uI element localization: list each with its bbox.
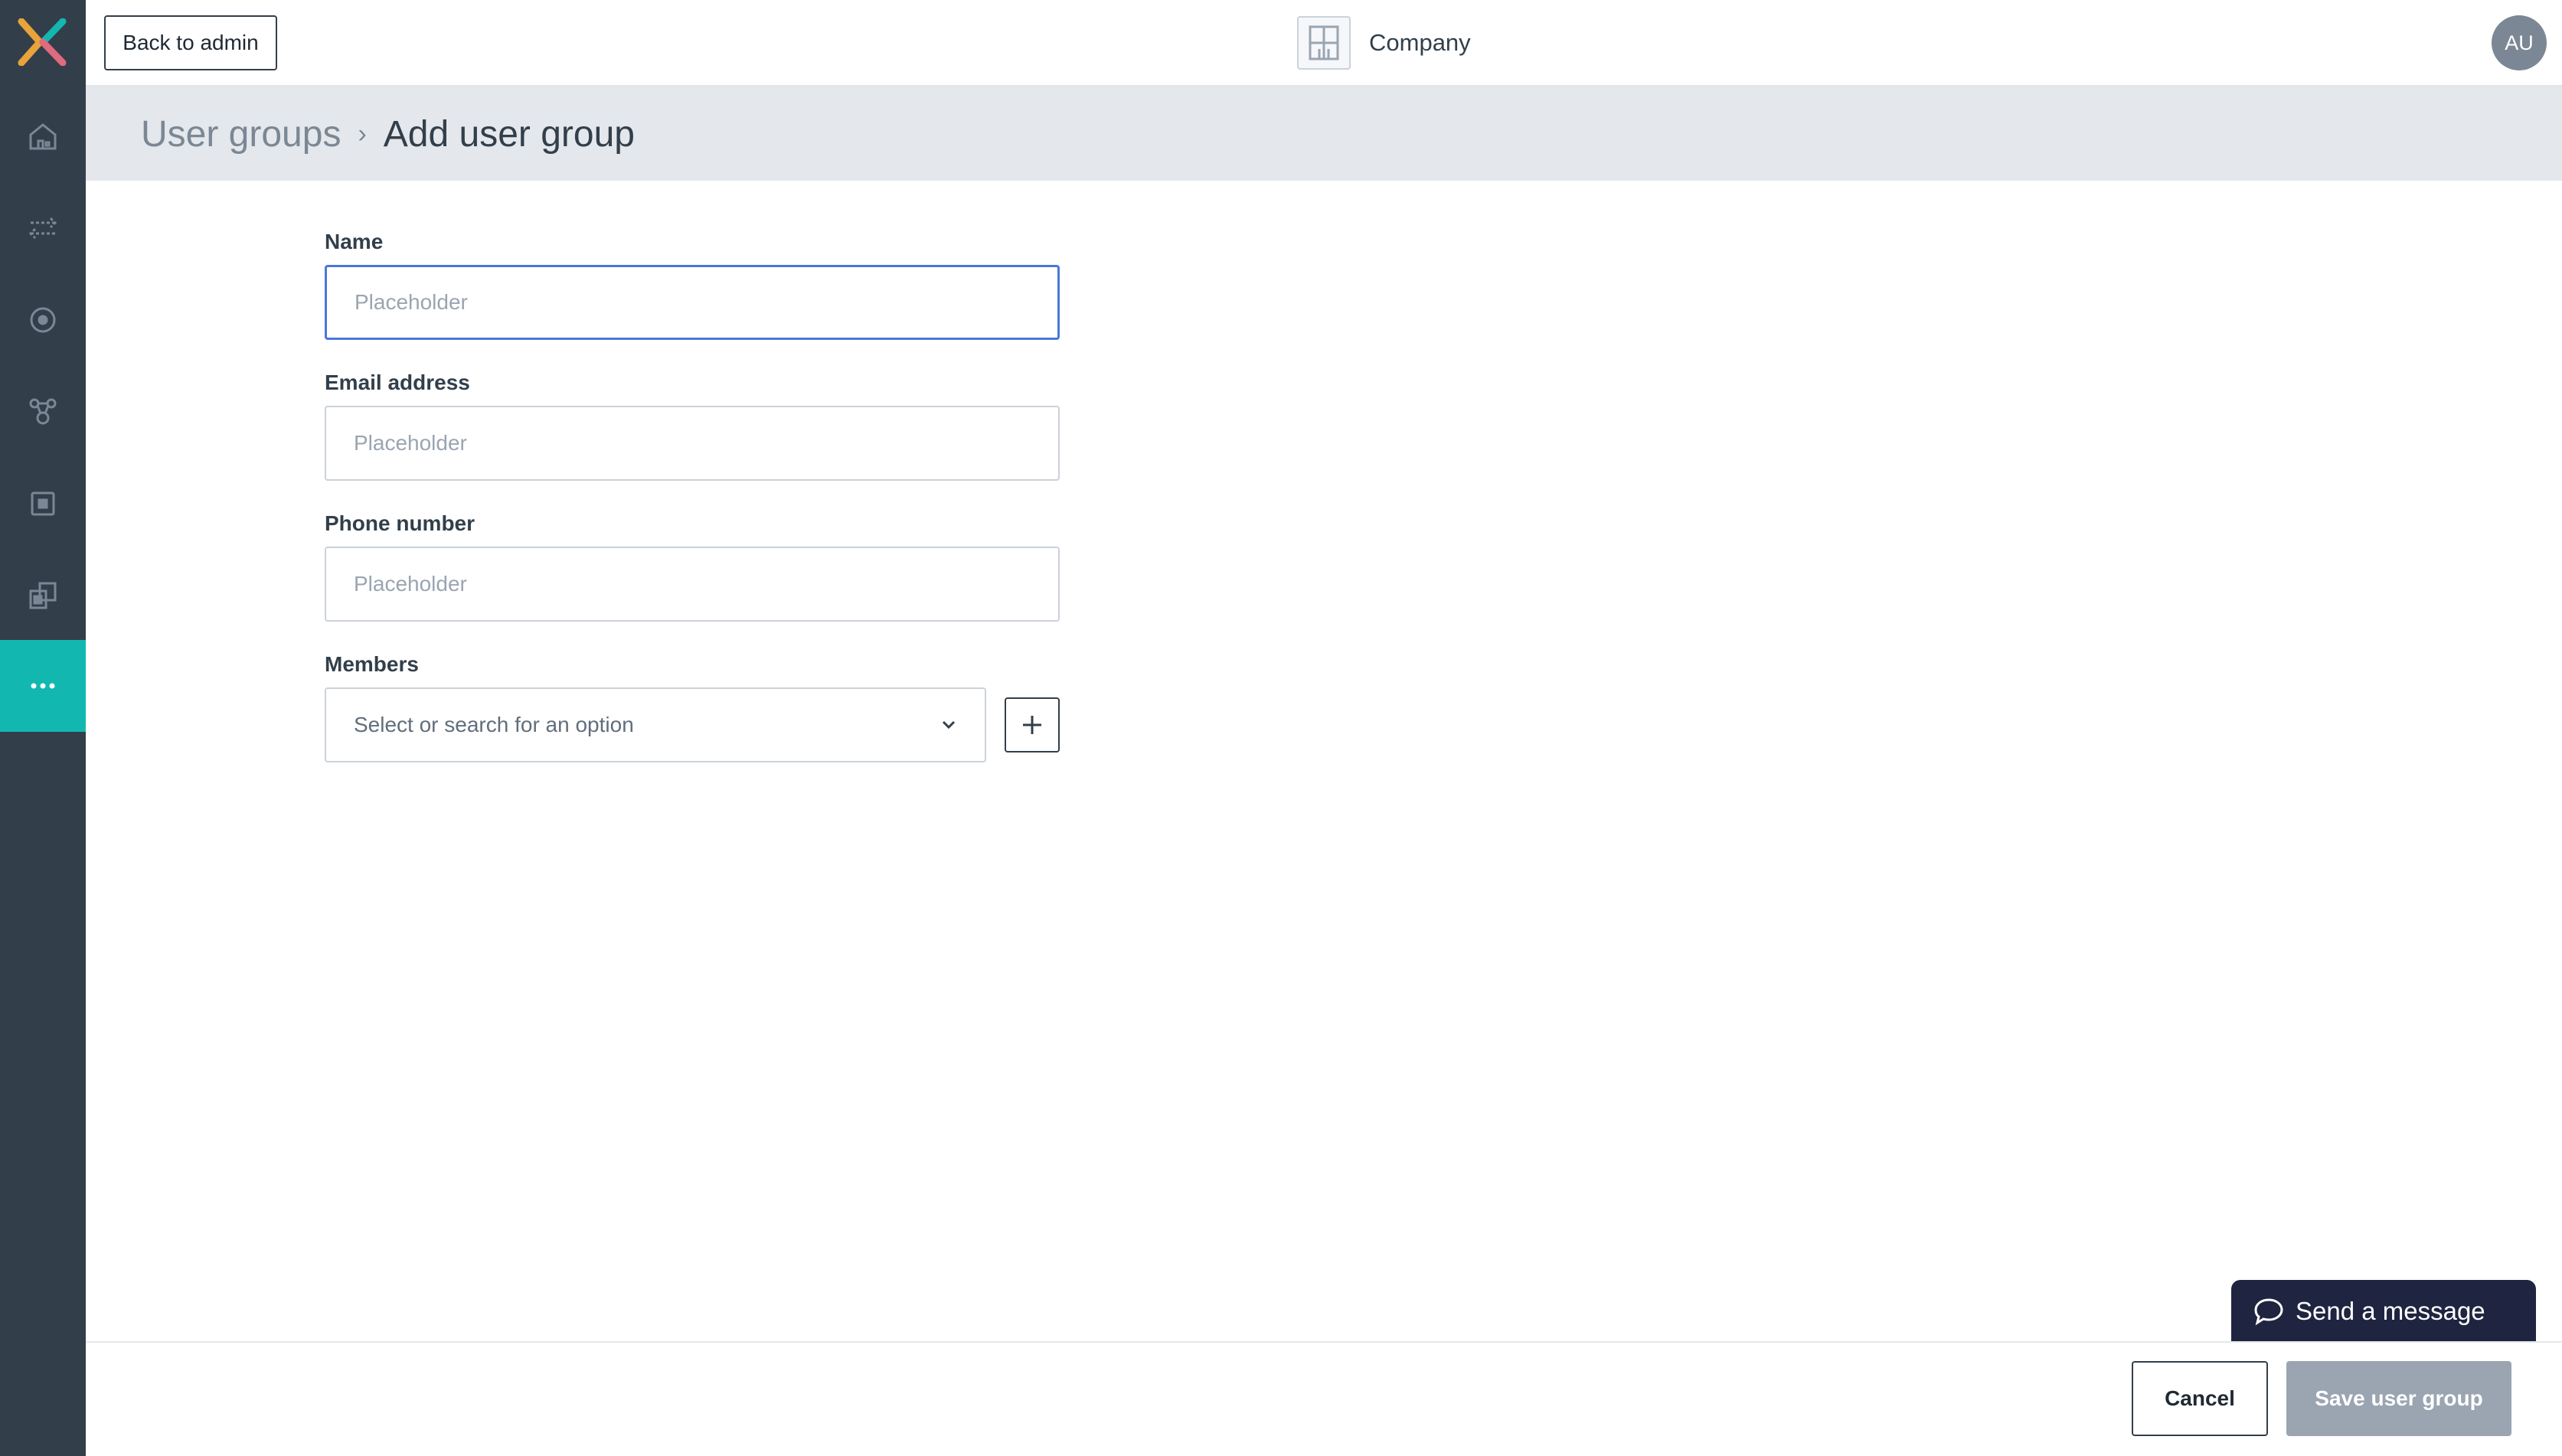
top-bar: Back to admin Company AU: [86, 0, 2562, 87]
sidebar-item-more[interactable]: [0, 640, 86, 732]
breadcrumb: User groups › Add user group: [86, 87, 2562, 181]
back-to-admin-button[interactable]: Back to admin: [104, 15, 277, 70]
members-row: Select or search for an option: [325, 687, 1060, 762]
members-label: Members: [325, 652, 419, 676]
save-user-group-button[interactable]: Save user group: [2286, 1361, 2511, 1436]
sidebar-nav: [0, 0, 86, 1456]
name-input[interactable]: [325, 265, 1060, 340]
email-field-group: Email address: [325, 371, 1060, 481]
phone-field-group: Phone number: [325, 511, 1060, 622]
building-icon: [1297, 16, 1351, 70]
chevron-down-icon: [942, 720, 956, 730]
form-footer: Cancel Save user group: [86, 1341, 2562, 1456]
speech-bubble-icon: [2254, 1298, 2283, 1326]
transfer-icon: [28, 217, 57, 240]
members-field-group: Members Select or search for an option: [325, 652, 1060, 762]
box-icon: [31, 491, 55, 516]
chevron-right-icon: ›: [358, 119, 367, 149]
sidebar-item-home[interactable]: [0, 90, 86, 182]
sidebar-item-documents[interactable]: [0, 550, 86, 641]
phone-input[interactable]: [325, 547, 1060, 622]
sidebar-item-targets[interactable]: [0, 274, 86, 366]
sidebar-item-box[interactable]: [0, 458, 86, 550]
home-icon: [29, 123, 57, 150]
breadcrumb-user-groups-link[interactable]: User groups: [141, 113, 341, 155]
add-member-button[interactable]: [1005, 697, 1060, 752]
network-icon: [29, 398, 57, 425]
plus-icon: [1023, 716, 1041, 734]
cancel-button[interactable]: Cancel: [2132, 1361, 2268, 1436]
more-icon: [31, 683, 55, 689]
email-label: Email address: [325, 371, 470, 394]
name-label: Name: [325, 230, 384, 253]
send-message-widget[interactable]: Send a message: [2231, 1280, 2536, 1343]
user-avatar[interactable]: AU: [2492, 15, 2547, 70]
name-field-group: Name: [325, 230, 1060, 340]
page-title: Add user group: [383, 113, 635, 155]
documents-icon: [29, 582, 57, 609]
members-select[interactable]: Select or search for an option: [325, 687, 986, 762]
company-name: Company: [1369, 29, 1471, 56]
company-switcher[interactable]: Company: [1297, 15, 1471, 70]
members-select-placeholder: Select or search for an option: [354, 713, 634, 736]
sidebar-item-transfers[interactable]: [0, 182, 86, 274]
sidebar-item-network[interactable]: [0, 366, 86, 458]
brand-logo[interactable]: [17, 18, 67, 66]
phone-label: Phone number: [325, 511, 475, 535]
add-user-group-form: Name Email address Phone number Members …: [325, 230, 1060, 793]
target-icon: [30, 307, 56, 333]
send-message-label: Send a message: [2296, 1297, 2485, 1325]
email-input[interactable]: [325, 406, 1060, 481]
